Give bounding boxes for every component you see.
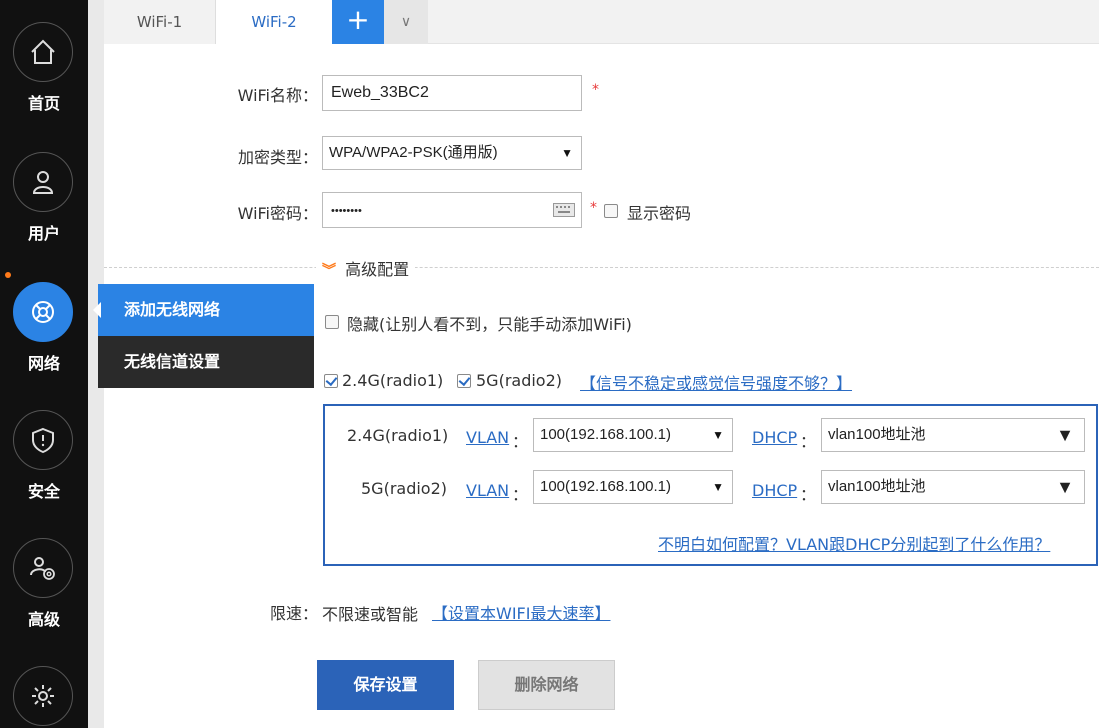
- vlan-select-value: 100(192.168.100.1): [540, 478, 671, 495]
- colon: ：: [512, 485, 529, 504]
- password-value: ••••••••: [331, 205, 362, 217]
- dhcp-select-value: vlan100地址池: [828, 426, 926, 443]
- radio-row-name: 5G(radio2): [361, 479, 448, 498]
- radio1-checkbox-label: 2.4G(radio1): [342, 371, 444, 390]
- sidebar-item-label: 网络: [27, 354, 60, 373]
- vlan-select-value: 100(192.168.100.1): [540, 426, 671, 443]
- save-button[interactable]: 保存设置: [317, 660, 454, 710]
- radio2-vlan-select[interactable]: 100(192.168.100.1) ▼: [533, 470, 733, 504]
- encryption-select[interactable]: WPA/WPA2-PSK(通用版) ▼: [322, 136, 582, 170]
- colon: ：: [800, 485, 817, 504]
- dropdown-arrow-icon: ▼: [561, 146, 573, 160]
- hidden-ssid-label: 隐藏(让别人看不到，只能手动添加WiFi): [347, 315, 632, 334]
- network-icon: [13, 282, 73, 342]
- rate-limit-label: 限速：: [269, 604, 318, 623]
- keyboard-icon[interactable]: [553, 203, 575, 217]
- double-chevron-down-icon: ︾: [322, 263, 336, 279]
- show-password-checkbox[interactable]: [604, 204, 618, 218]
- sidebar-item-label: 用户: [27, 224, 60, 243]
- vlan-link[interactable]: VLAN: [466, 428, 509, 447]
- app-root: 首页 用户 网络 安全 高级 添加无线网络 无线信道设置 WiFi-1 WiFi…: [0, 0, 1099, 728]
- tab-wifi-1[interactable]: WiFi-1: [104, 0, 216, 44]
- colon: ：: [512, 432, 529, 451]
- advanced-divider: [104, 267, 1099, 268]
- rate-limit-value: 不限速或智能: [322, 605, 419, 624]
- required-mark: *: [590, 200, 597, 216]
- wifi-tabs: WiFi-1 WiFi-2 + ∨: [104, 0, 1099, 45]
- chevron-down-icon[interactable]: ∨: [384, 0, 428, 44]
- encryption-label: 加密类型：: [237, 148, 318, 167]
- radio-row-name: 2.4G(radio1): [347, 426, 449, 445]
- required-mark: *: [592, 82, 599, 98]
- password-label: WiFi密码：: [237, 204, 318, 223]
- gear-icon: [13, 666, 73, 726]
- add-tab-button[interactable]: +: [332, 0, 384, 44]
- show-password-label: 显示密码: [627, 204, 692, 223]
- password-input[interactable]: ••••••••: [322, 192, 582, 228]
- hidden-ssid-checkbox[interactable]: [325, 315, 339, 329]
- radio1-checkbox[interactable]: [324, 374, 338, 388]
- network-submenu: 添加无线网络 无线信道设置: [98, 284, 314, 388]
- submenu-pointer: [93, 302, 101, 318]
- main-sidebar: 首页 用户 网络 安全 高级: [0, 0, 88, 728]
- radio2-dhcp-select[interactable]: vlan100地址池 ▼: [821, 470, 1085, 504]
- dropdown-arrow-icon: ▼: [1056, 477, 1074, 497]
- active-indicator-dot: [5, 272, 11, 278]
- dhcp-link[interactable]: DHCP: [752, 481, 797, 500]
- tab-wifi-2[interactable]: WiFi-2: [216, 0, 332, 45]
- advanced-users-icon: [13, 538, 73, 598]
- sidebar-item-label: 安全: [27, 482, 60, 501]
- sidebar-item-label: 首页: [27, 94, 60, 113]
- radio2-checkbox-label: 5G(radio2): [476, 371, 563, 390]
- vlan-dhcp-help-link[interactable]: 不明白如何配置？VLAN跟DHCP分别起到了什么作用？: [658, 531, 1050, 555]
- ssid-label: WiFi名称：: [237, 86, 318, 105]
- ssid-input[interactable]: Eweb_33BC2: [322, 75, 582, 111]
- sidebar-item-label: 高级: [27, 610, 60, 629]
- radio2-checkbox[interactable]: [457, 374, 471, 388]
- shield-icon: [13, 410, 73, 470]
- submenu-item-channel-settings[interactable]: 无线信道设置: [98, 336, 314, 388]
- dropdown-arrow-icon: ▼: [1056, 425, 1074, 445]
- advanced-label: 高级配置: [345, 260, 410, 279]
- radio1-vlan-select[interactable]: 100(192.168.100.1) ▼: [533, 418, 733, 452]
- dhcp-select-value: vlan100地址池: [828, 478, 926, 495]
- dropdown-arrow-icon: ▼: [712, 480, 724, 494]
- delete-network-button[interactable]: 删除网络: [478, 660, 615, 710]
- encryption-select-value: WPA/WPA2-PSK(通用版): [329, 144, 498, 161]
- colon: ：: [800, 432, 817, 451]
- dhcp-link[interactable]: DHCP: [752, 428, 797, 447]
- dropdown-arrow-icon: ▼: [712, 428, 724, 442]
- advanced-toggle[interactable]: ︾ 高级配置: [316, 256, 416, 280]
- home-icon: [13, 22, 73, 82]
- vlan-link[interactable]: VLAN: [466, 481, 509, 500]
- submenu-item-add-wifi[interactable]: 添加无线网络: [98, 284, 314, 336]
- signal-help-link[interactable]: 【信号不稳定或感觉信号强度不够？】: [580, 370, 852, 394]
- rate-limit-link[interactable]: 【设置本WIFI最大速率】: [432, 600, 610, 624]
- radio1-dhcp-select[interactable]: vlan100地址池 ▼: [821, 418, 1085, 452]
- user-icon: [13, 152, 73, 212]
